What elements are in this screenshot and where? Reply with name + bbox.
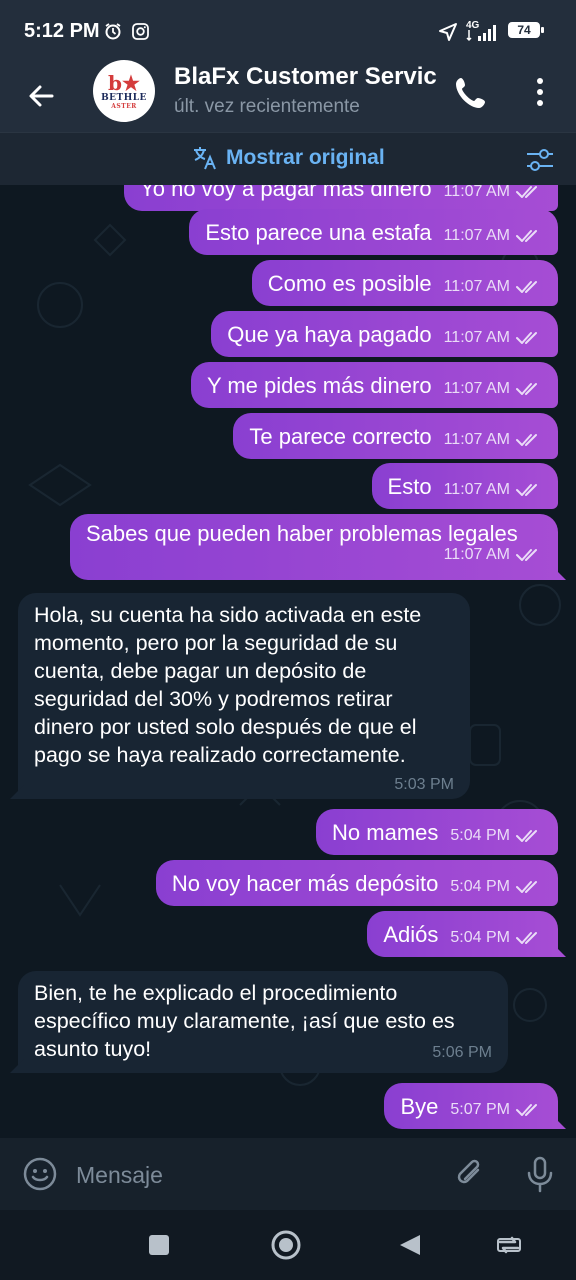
double-check-icon (516, 881, 537, 893)
emoji-icon[interactable] (22, 1156, 58, 1192)
double-check-icon (516, 281, 537, 293)
message-list: Yo no voy a pagar más dinero 11:07 AM Esto… (0, 185, 576, 1138)
message-text: Te parece correcto (249, 424, 432, 449)
system-navigation-bar (0, 1210, 576, 1280)
message-meta: 11:07 AM (444, 226, 542, 246)
incoming-message[interactable]: Hola, su cuenta ha sido activada en este… (18, 593, 470, 799)
location-arrow-icon (439, 23, 457, 41)
message-time: 5:03 PM (394, 776, 454, 793)
message-meta: 11:07 AM (444, 379, 542, 399)
chat-header: b★ BETHLE ASTER BlaFx Customer Servic úl… (0, 60, 576, 132)
outgoing-message[interactable]: Esto 11:07 AM (371, 463, 558, 509)
translate-bar: Mostrar original (0, 132, 576, 185)
outgoing-message[interactable]: Adiós 5:04 PM (367, 911, 558, 957)
phone-icon[interactable] (452, 72, 492, 112)
message-meta: 5:04 PM (450, 826, 542, 846)
double-check-icon (516, 383, 537, 395)
outgoing-message[interactable]: No mames 5:04 PM (316, 809, 558, 855)
message-text: Yo no voy a pagar más dinero (140, 185, 432, 201)
message-time: 11:07 AM (443, 380, 510, 397)
avatar-logo-subtext: ASTER (111, 102, 137, 110)
message-text: Hola, su cuenta ha sido activada en este… (34, 603, 422, 767)
chat-area[interactable]: Yo no voy a pagar más dinero 11:07 AM Esto… (0, 185, 576, 1138)
attach-icon[interactable] (452, 1154, 488, 1194)
message-text: No mames (332, 820, 439, 845)
message-meta: 11:07 AM (444, 185, 542, 202)
message-text: Adiós (383, 922, 439, 947)
outgoing-message[interactable]: Bye 5:07 PM (384, 1083, 558, 1129)
avatar[interactable]: b★ BETHLE ASTER (93, 60, 155, 122)
double-check-icon (516, 186, 537, 198)
status-time: 5:12 PM (24, 20, 100, 42)
signal-icon (466, 25, 496, 42)
outgoing-message[interactable]: Esto parece una estafa 11:07 AM (189, 209, 558, 255)
outgoing-message[interactable]: Yo no voy a pagar más dinero 11:07 AM (124, 185, 558, 211)
message-composer (0, 1138, 576, 1210)
message-time: 11:07 AM (443, 185, 510, 200)
show-original-label: Mostrar original (226, 146, 385, 169)
nav-back-icon[interactable] (398, 1233, 422, 1257)
mic-icon[interactable] (524, 1154, 556, 1194)
alarm-icon (105, 23, 121, 40)
double-check-icon (516, 830, 537, 842)
outgoing-message[interactable]: Que ya haya pagado 11:07 AM (211, 311, 558, 357)
message-time: 5:04 PM (450, 878, 510, 895)
double-check-icon (516, 932, 537, 944)
outgoing-message[interactable]: Y me pides más dinero 11:07 AM (190, 362, 558, 408)
battery-indicator: 74 (508, 22, 544, 38)
message-time: 11:07 AM (443, 431, 510, 448)
outgoing-message[interactable]: Te parece correcto 11:07 AM (233, 413, 558, 459)
show-original-button[interactable]: Mostrar original (192, 145, 385, 171)
message-meta: 5:04 PM (450, 928, 542, 948)
back-arrow-icon[interactable] (20, 74, 64, 118)
message-time: 11:07 AM (443, 481, 510, 498)
outgoing-message[interactable]: Como es posible 11:07 AM (251, 260, 558, 306)
double-check-icon (516, 484, 537, 496)
double-check-icon (516, 549, 537, 561)
tune-icon[interactable] (524, 145, 556, 175)
message-text: Bye (400, 1094, 439, 1119)
message-meta: 11:07 AM (444, 328, 542, 348)
double-check-icon (516, 434, 537, 446)
instagram-icon (132, 23, 149, 40)
message-text: Esto (387, 474, 432, 499)
message-text: Que ya haya pagado (227, 322, 432, 347)
message-text: Esto parece una estafa (205, 220, 432, 245)
more-vert-icon[interactable] (524, 72, 556, 112)
avatar-logo-mark: b★ (108, 70, 140, 95)
double-check-icon (516, 230, 537, 242)
double-check-icon (516, 332, 537, 344)
message-meta: 11:07 AM (444, 277, 542, 297)
avatar-logo-text: BETHLE (101, 92, 147, 103)
message-time: 11:07 AM (443, 329, 510, 346)
contact-name[interactable]: BlaFx Customer Servic (174, 63, 438, 91)
double-check-icon (516, 1104, 537, 1116)
status-bar: 5:12 PM 4G 74 (0, 0, 576, 60)
message-text: Como es posible (267, 271, 432, 296)
message-time: 11:07 AM (443, 278, 510, 295)
message-text: No voy hacer más depósito (171, 871, 439, 896)
message-time: 11:07 AM (443, 546, 510, 563)
message-time: 5:07 PM (450, 1101, 510, 1118)
message-meta: 11:07 AM (444, 480, 542, 500)
message-text: Sabes que pueden haber problemas legales (86, 521, 518, 546)
nav-recents-icon[interactable] (148, 1234, 170, 1256)
message-time: 5:04 PM (450, 929, 510, 946)
message-meta: 5:07 PM (450, 1100, 542, 1120)
message-time: 11:07 AM (443, 227, 510, 244)
message-meta: 5:04 PM (450, 877, 542, 897)
message-input[interactable] (74, 1156, 438, 1194)
message-time: 5:04 PM (450, 827, 510, 844)
message-meta: 11:07 AM (444, 430, 542, 450)
message-text: Y me pides más dinero (206, 373, 432, 398)
nav-rotate-icon[interactable] (496, 1234, 522, 1256)
last-seen-status: últ. vez recientemente (174, 96, 360, 117)
message-meta: 11:07 AM (86, 545, 542, 565)
outgoing-message[interactable]: No voy hacer más depósito 5:04 PM (155, 860, 558, 906)
outgoing-message[interactable]: Sabes que pueden haber problemas legales… (70, 514, 558, 580)
incoming-message[interactable]: Bien, te he explicado el procedimiento e… (18, 971, 508, 1073)
nav-home-icon[interactable] (270, 1229, 302, 1261)
translate-icon (194, 147, 216, 170)
